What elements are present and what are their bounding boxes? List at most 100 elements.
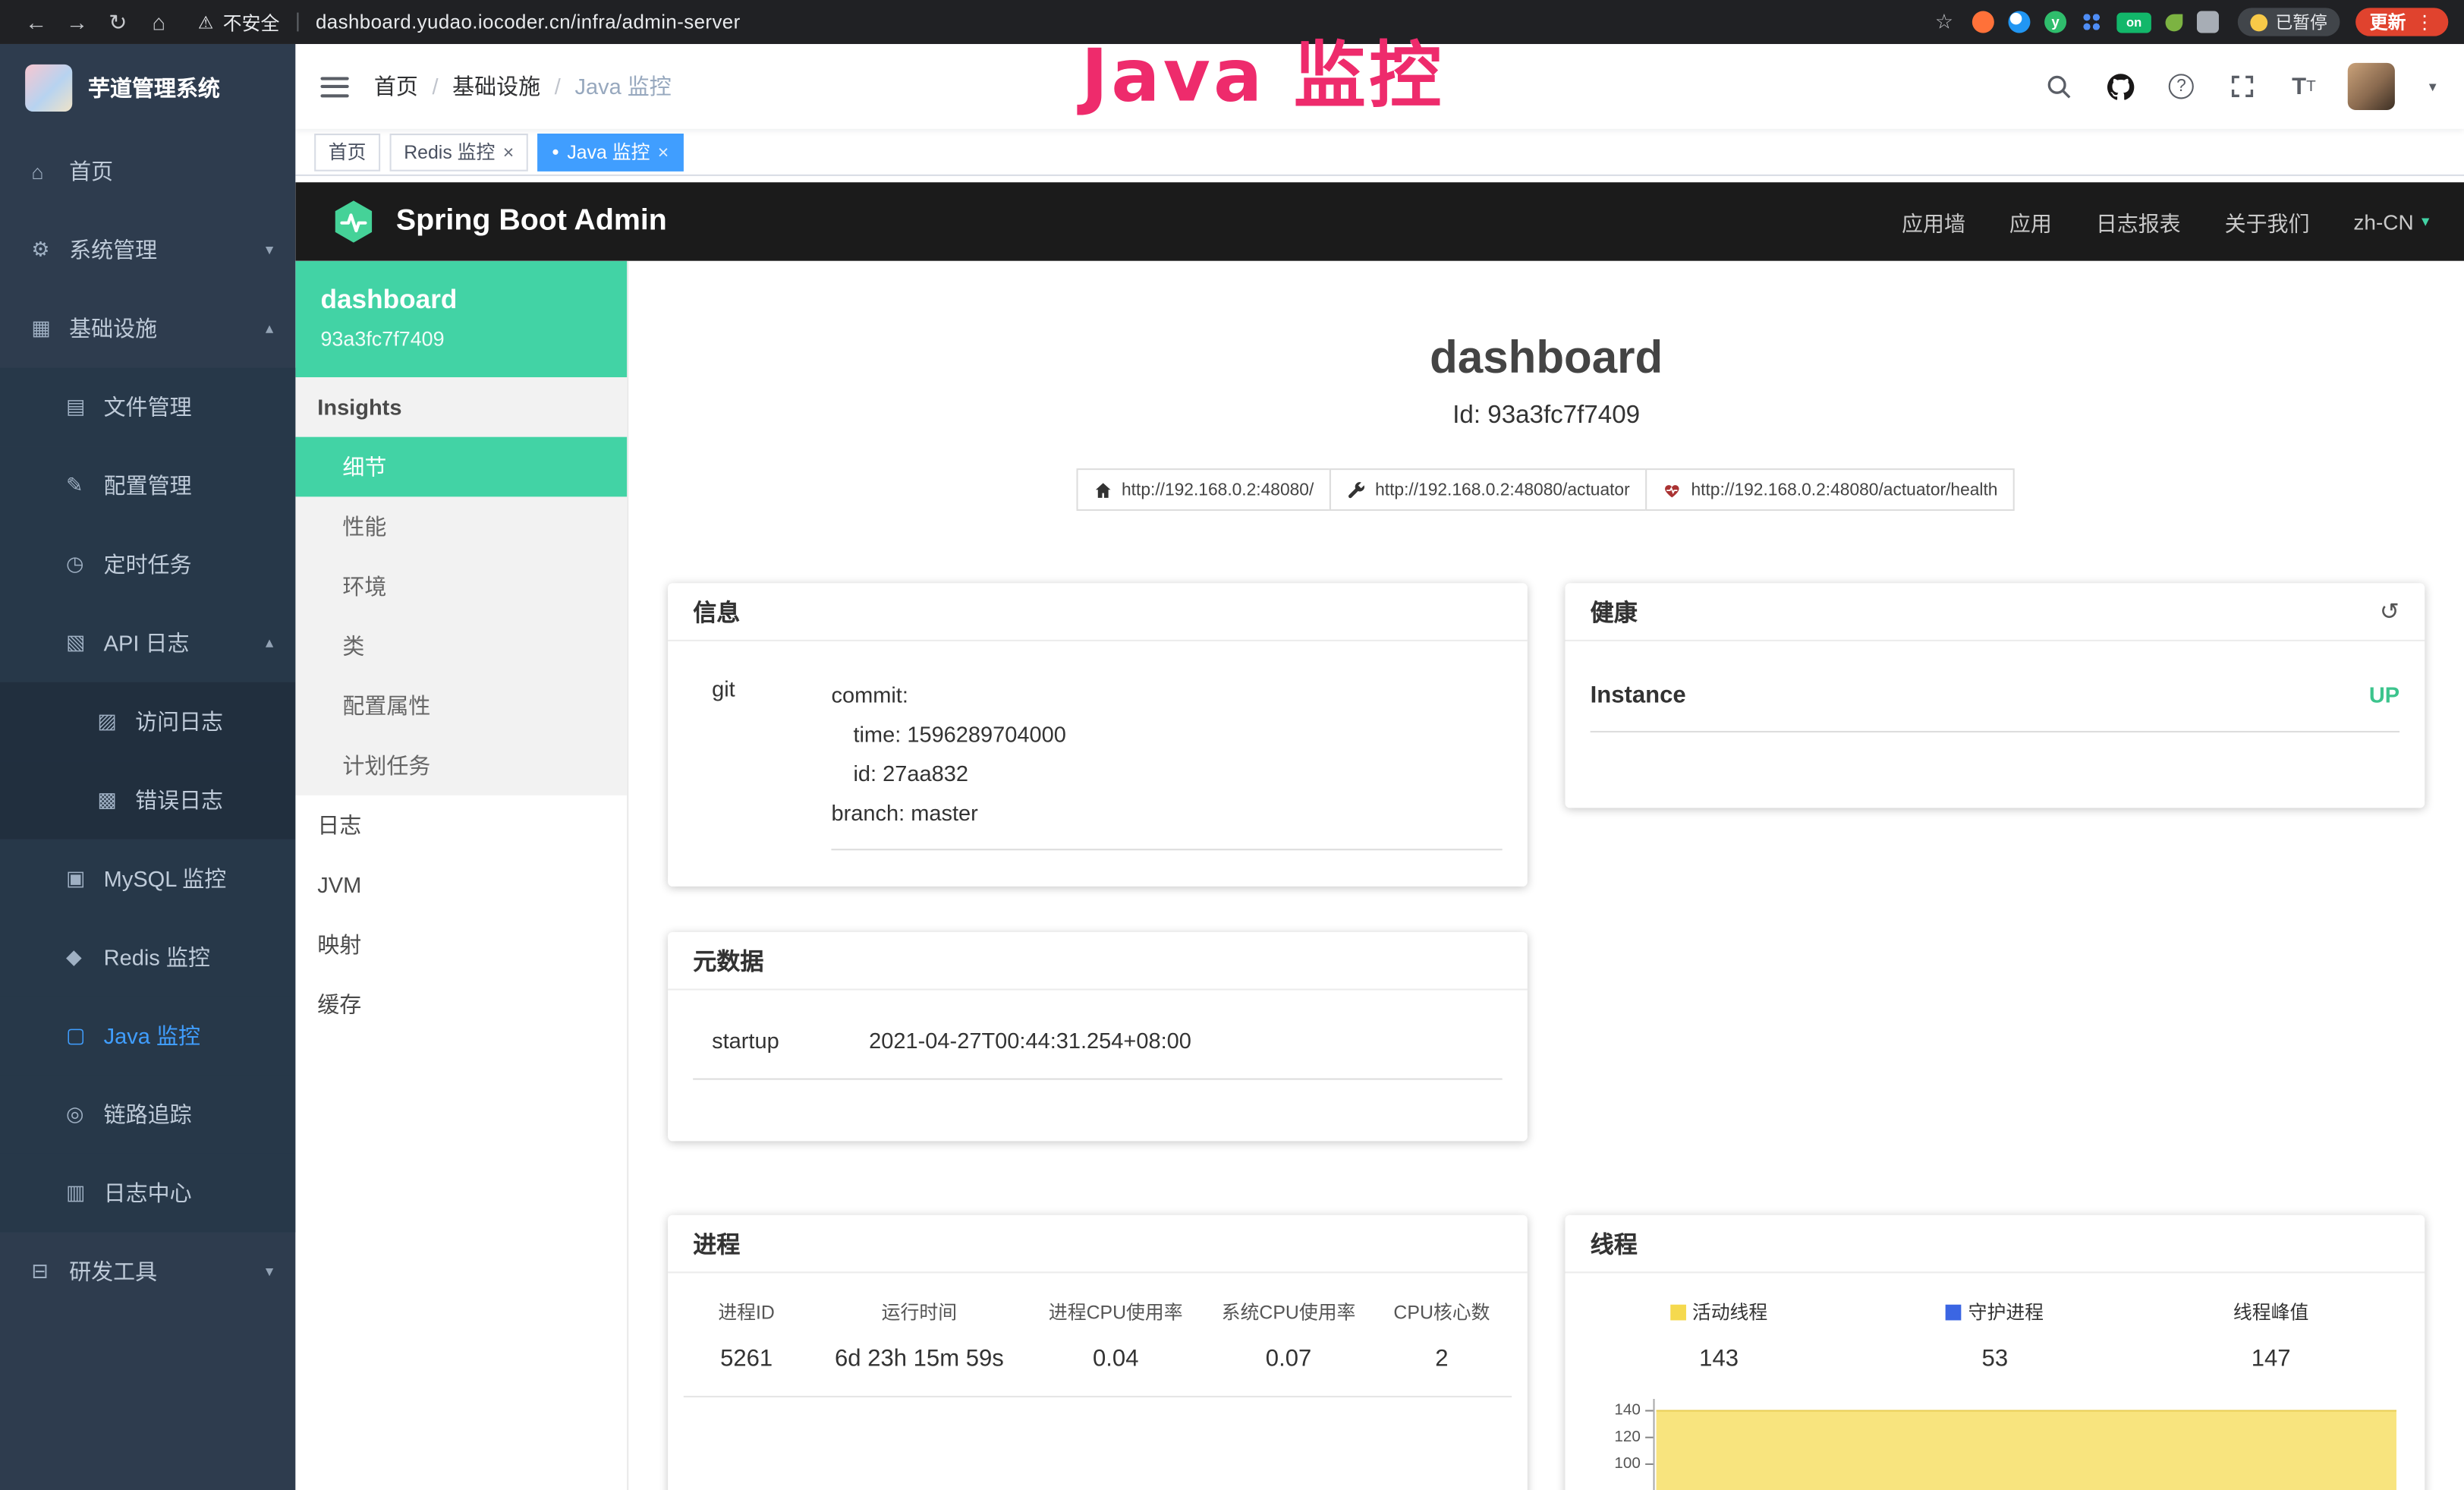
help-icon[interactable]: ? — [2164, 69, 2199, 104]
sba-menu-logfile[interactable]: 日志 — [295, 795, 627, 855]
sidebar-item-api-log[interactable]: ▧ API 日志 ▴ — [0, 603, 295, 682]
chrome-menu-icon[interactable]: ⋮ — [2415, 11, 2434, 33]
back-icon[interactable]: ← — [16, 9, 57, 34]
sba-locale-select[interactable]: zh-CN ▾ — [2353, 209, 2429, 233]
sba-instance-block[interactable]: dashboard 93a3fc7f7409 — [295, 261, 627, 377]
sba-nav-about[interactable]: 关于我们 — [2225, 206, 2310, 237]
tab-home[interactable]: 首页 — [314, 133, 380, 171]
sidebar-item-file-manage[interactable]: ▤ 文件管理 — [0, 368, 295, 447]
sidebar-item-label: 错误日志 — [135, 784, 223, 815]
app-logo-row[interactable]: 芋道管理系统 — [0, 44, 295, 132]
user-avatar[interactable] — [2348, 63, 2395, 110]
sba-menu-metrics[interactable]: 性能 — [295, 496, 627, 556]
health-row[interactable]: Instance UP — [1591, 682, 2399, 732]
cards-left-column: 信息 git commit: time: 1596289704000 id: 2… — [668, 583, 1528, 1490]
process-table: 进程ID 运行时间 进程CPU使用率 系统CPU使用率 CPU核心数 5261 … — [668, 1273, 1528, 1397]
tab-java-monitor[interactable]: ● Java 监控 × — [537, 133, 683, 171]
timer-menu-icon: ◷ — [66, 552, 104, 577]
trace-menu-icon: ◎ — [66, 1102, 104, 1127]
avatar-caret-icon[interactable]: ▼ — [2426, 80, 2438, 94]
security-warning-icon: ⚠ — [198, 12, 213, 33]
fullscreen-icon[interactable] — [2225, 69, 2260, 104]
sba-menu-env[interactable]: 环境 — [295, 556, 627, 616]
breadcrumb-section[interactable]: 基础设施 — [452, 71, 540, 102]
switch-on-extension-icon[interactable]: on — [2116, 12, 2151, 33]
threads-legend-active: 活动线程 — [1670, 1298, 1767, 1325]
address-bar[interactable]: ⚠ 不安全 dashboard.yudao.iocoder.cn/infra/a… — [198, 8, 741, 35]
chevron-up-icon: ▴ — [266, 635, 273, 652]
active-threads-swatch — [1670, 1304, 1686, 1320]
browser-home-icon[interactable]: ⌂ — [138, 9, 179, 34]
sba-locale-value: zh-CN — [2353, 209, 2413, 233]
search-icon[interactable] — [2041, 69, 2076, 104]
service-url-link[interactable]: http://192.168.0.2:48080/ — [1076, 468, 1331, 511]
paused-badge[interactable]: 已暂停 — [2238, 8, 2340, 36]
gear-icon: ⚙ — [31, 238, 69, 263]
sidebar-item-mysql-monitor[interactable]: ▣ MySQL 监控 — [0, 840, 295, 918]
update-button[interactable]: 更新 ⋮ — [2355, 8, 2448, 36]
sidebar-item-label: 定时任务 — [104, 549, 192, 580]
health-status-badge: UP — [2369, 682, 2399, 709]
sidebar-item-home[interactable]: ⌂ 首页 — [0, 132, 295, 211]
info-line-id: id: 27aa832 — [831, 754, 1502, 794]
forward-icon[interactable]: → — [57, 9, 98, 34]
redis-menu-icon: ◆ — [66, 945, 104, 970]
health-url-link[interactable]: http://192.168.0.2:48080/actuator/health — [1645, 468, 2015, 511]
history-icon[interactable]: ↺ — [2380, 597, 2399, 625]
close-icon[interactable]: × — [658, 140, 669, 162]
sidebar-item-redis-monitor[interactable]: ◆ Redis 监控 — [0, 918, 295, 997]
sidebar-item-config-manage[interactable]: ✎ 配置管理 — [0, 446, 295, 525]
reload-icon[interactable]: ↻ — [97, 8, 138, 35]
sidebar-item-scheduled-jobs[interactable]: ◷ 定时任务 — [0, 525, 295, 604]
info-value: commit: time: 1596289704000 id: 27aa832 … — [831, 676, 1502, 850]
drop-extension-icon[interactable] — [2008, 11, 2030, 33]
process-value-pid: 5261 — [720, 1346, 773, 1372]
close-icon[interactable]: × — [503, 140, 515, 162]
sidebar-item-label: 基础设施 — [69, 313, 157, 344]
sba-nav-applications[interactable]: 应用 — [2009, 206, 2052, 237]
sidebar-item-error-log[interactable]: ▩ 错误日志 — [0, 761, 295, 840]
sidebar-item-java-monitor[interactable]: ▢ Java 监控 — [0, 997, 295, 1076]
bookmark-star-icon[interactable]: ☆ — [1935, 9, 1953, 34]
cards-grid: 信息 git commit: time: 1596289704000 id: 2… — [628, 583, 2464, 1490]
sidebar-item-label: 系统管理 — [69, 235, 157, 266]
sidebar-item-log-center[interactable]: ▥ 日志中心 — [0, 1154, 295, 1233]
puzzle-extensions-icon[interactable] — [2197, 11, 2219, 33]
url-text[interactable]: dashboard.yudao.iocoder.cn/infra/admin-s… — [316, 11, 741, 33]
sba-menu-caches[interactable]: 缓存 — [295, 975, 627, 1035]
font-size-icon[interactable]: TT — [2286, 69, 2321, 104]
sba-nav-journal[interactable]: 日志报表 — [2096, 206, 2181, 237]
sba-menu-jvm[interactable]: JVM — [295, 855, 627, 915]
sba-menu-mappings[interactable]: 映射 — [295, 915, 627, 975]
tab-label: Redis 监控 — [404, 138, 495, 165]
sba-nav-wallboard[interactable]: 应用墙 — [1902, 206, 1965, 237]
tab-redis-monitor[interactable]: Redis 监控 × — [390, 133, 528, 171]
green-extension-icon[interactable]: y — [2044, 11, 2066, 33]
breadcrumb-home[interactable]: 首页 — [374, 71, 418, 102]
grid-extension-icon[interactable] — [2081, 11, 2103, 33]
sidebar-item-label: Redis 监控 — [104, 941, 210, 972]
sba-menu-configprops[interactable]: 配置属性 — [295, 676, 627, 736]
instance-id-line: Id: 93a3fc7f7409 — [628, 402, 2464, 430]
actuator-url-link[interactable]: http://192.168.0.2:48080/actuator — [1330, 468, 1647, 511]
github-icon[interactable] — [2103, 69, 2138, 104]
hamburger-icon[interactable] — [320, 76, 348, 96]
sidebar-item-infra[interactable]: ▦ 基础设施 ▴ — [0, 289, 295, 368]
sidebar-item-label: API 日志 — [104, 627, 190, 658]
sidebar-item-trace[interactable]: ◎ 链路追踪 — [0, 1075, 295, 1154]
sidebar-item-label: 访问日志 — [135, 706, 223, 737]
config-menu-icon: ✎ — [66, 473, 104, 498]
sba-menu-scheduledtasks[interactable]: 计划任务 — [295, 736, 627, 795]
sba-menu-classes[interactable]: 类 — [295, 616, 627, 676]
sidebar-item-access-log[interactable]: ▨ 访问日志 — [0, 682, 295, 761]
info-card: 信息 git commit: time: 1596289704000 id: 2… — [668, 583, 1528, 887]
sidebar-item-system[interactable]: ⚙ 系统管理 ▾ — [0, 210, 295, 289]
sidebar-item-dev-tools[interactable]: ⊟ 研发工具 ▾ — [0, 1232, 295, 1311]
app-title: 芋道管理系统 — [88, 72, 220, 103]
process-card: 进程 进程ID 运行时间 进程CPU使用率 系统CPU使用率 CPU核心数 52… — [668, 1215, 1528, 1490]
sba-menu-details[interactable]: 细节 — [295, 437, 627, 497]
leaf-extension-icon[interactable] — [2166, 14, 2183, 31]
fox-extension-icon[interactable] — [1972, 11, 1994, 33]
health-card: 健康 ↺ Instance UP — [1566, 583, 2425, 808]
navbar-actions: ? TT ▼ — [2041, 63, 2439, 110]
